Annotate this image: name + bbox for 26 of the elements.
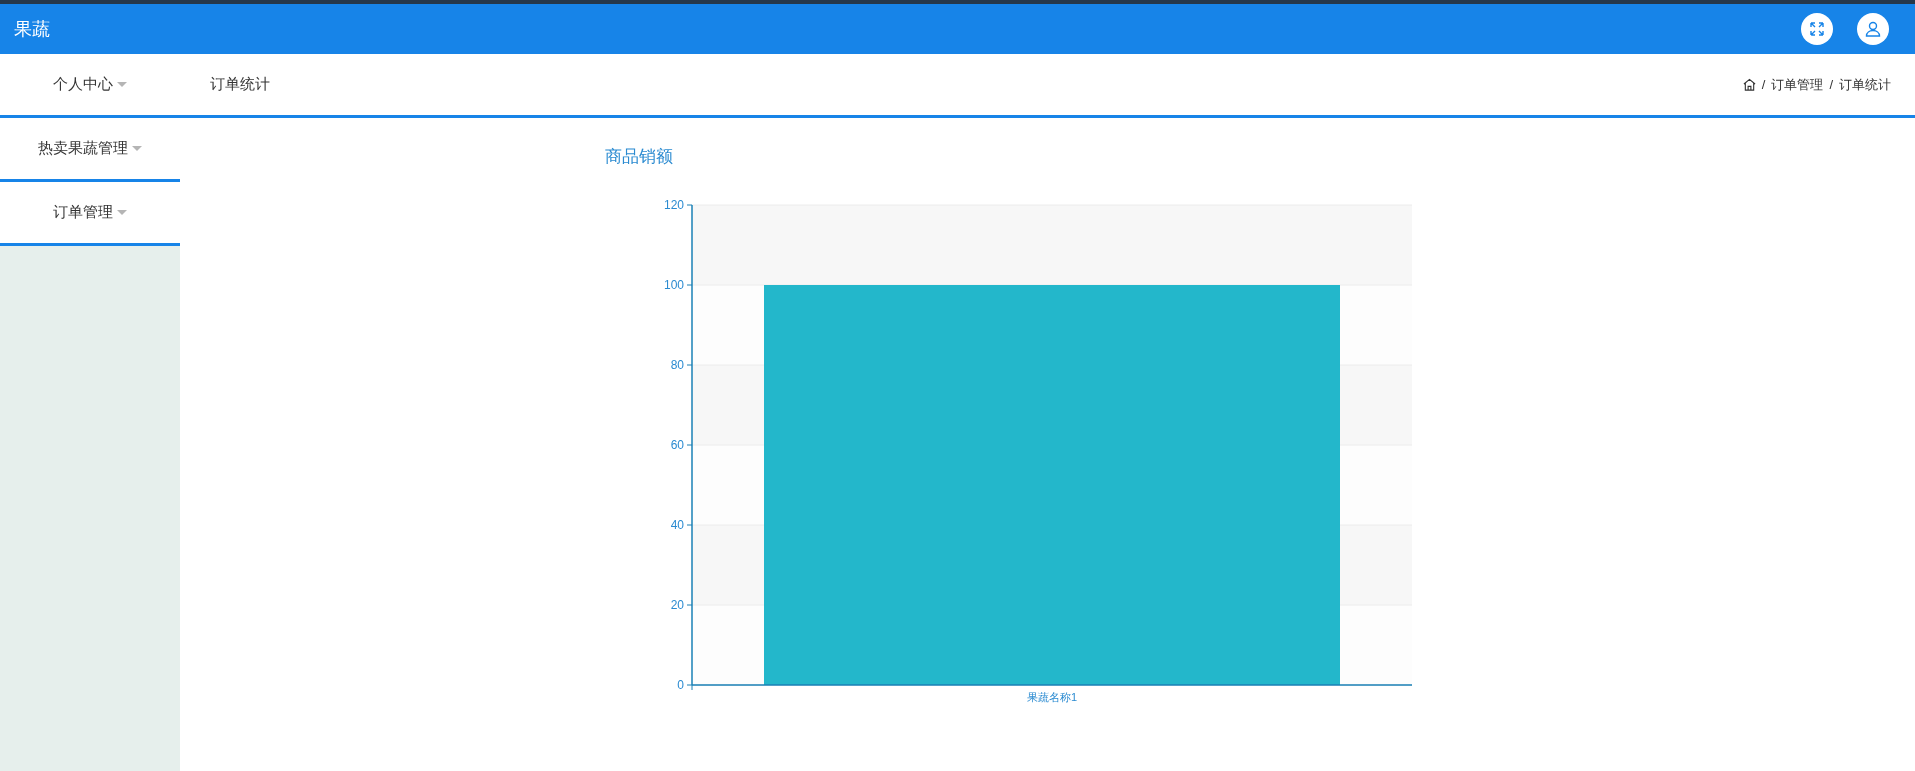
nav-item[interactable]: 订单统计	[210, 73, 270, 96]
sidebar-item[interactable]: 热卖果蔬管理	[0, 118, 180, 182]
user-icon	[1865, 21, 1881, 37]
expand-icon	[1809, 21, 1825, 37]
caret-icon	[117, 209, 127, 216]
caret-icon	[117, 81, 127, 88]
breadcrumb-separator: /	[1761, 75, 1766, 94]
y-tick-label: 60	[670, 437, 684, 452]
home-icon[interactable]	[1742, 78, 1756, 91]
x-tick-label: 果蔬名称1	[1026, 690, 1078, 703]
fullscreen-button[interactable]	[1801, 13, 1833, 45]
chart-title: 商品销额	[605, 146, 674, 168]
sidebar-item[interactable]: 订单管理	[0, 182, 180, 246]
y-tick-label: 80	[670, 357, 684, 372]
y-tick-label: 100	[663, 277, 684, 292]
nav-item[interactable]: 个人中心	[0, 73, 180, 96]
caret-icon	[132, 145, 142, 152]
breadcrumb-item: 订单统计	[1839, 75, 1891, 94]
y-tick-label: 40	[670, 517, 684, 532]
breadcrumb-separator: /	[1829, 75, 1833, 94]
y-tick-label: 120	[663, 197, 684, 212]
y-tick-label: 20	[670, 597, 684, 612]
breadcrumb-item[interactable]: 订单管理	[1771, 74, 1824, 95]
y-tick-label: 0	[677, 677, 684, 692]
user-button[interactable]	[1857, 13, 1889, 45]
app-title: 果蔬	[14, 17, 50, 41]
